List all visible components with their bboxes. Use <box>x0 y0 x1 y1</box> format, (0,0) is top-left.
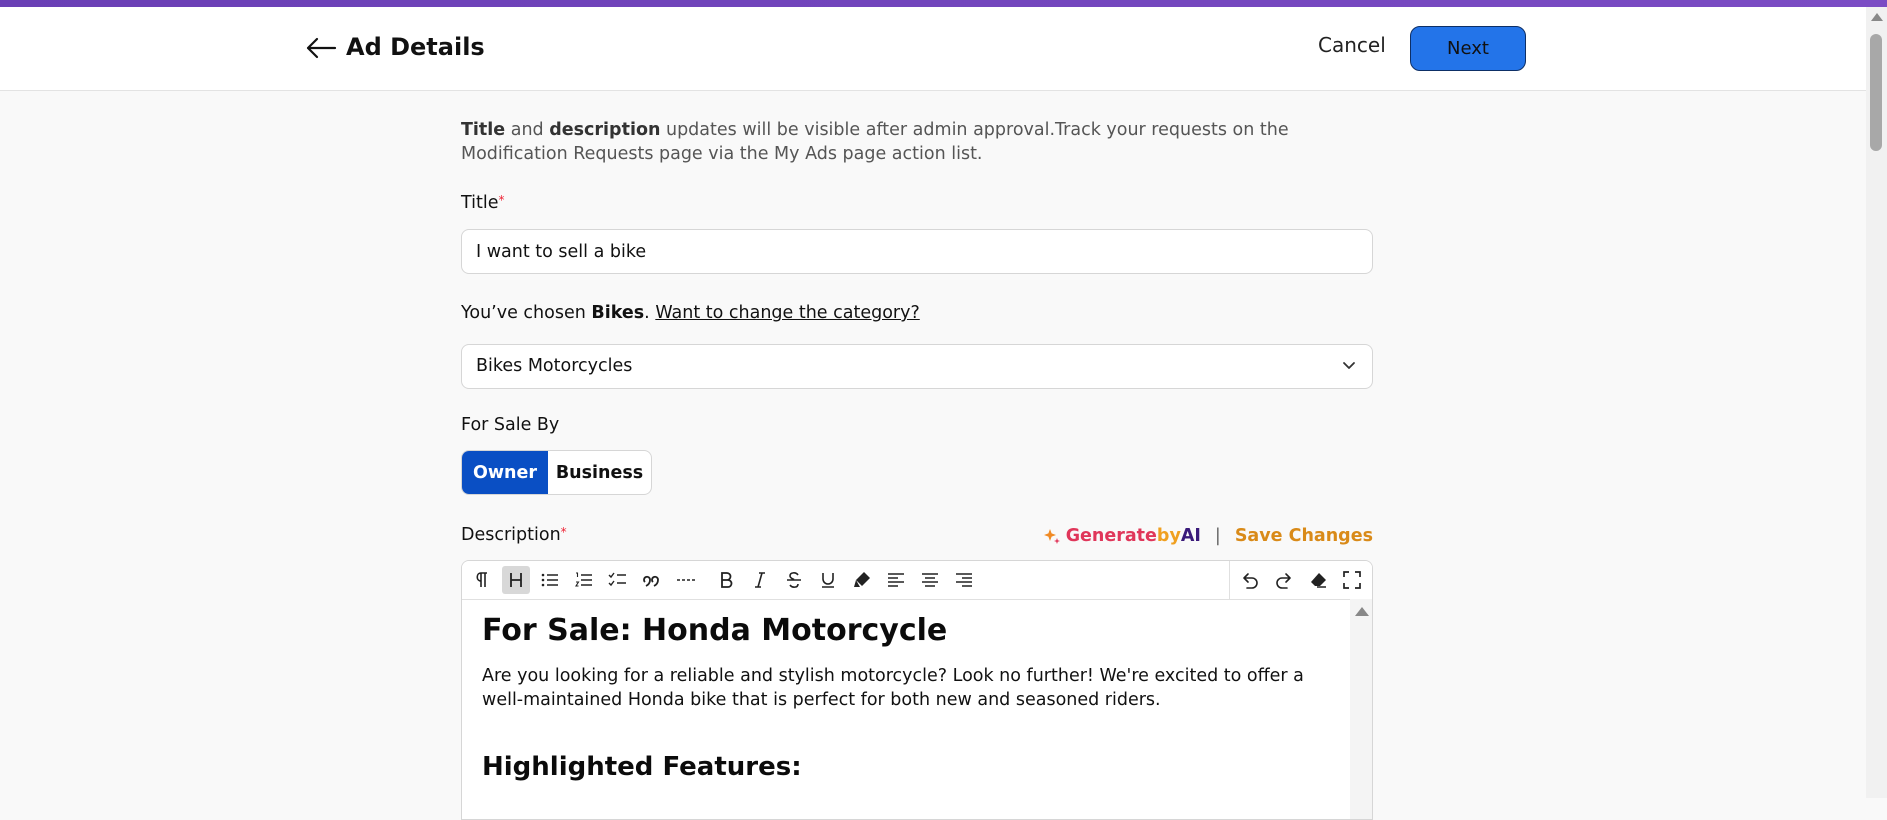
next-button[interactable]: Next <box>1410 26 1526 71</box>
chevron-down-icon <box>1343 362 1355 369</box>
category-select-value: Bikes Motorcycles <box>476 356 633 376</box>
content-subheading: Highlighted Features: <box>482 752 802 782</box>
bullet-list-icon[interactable] <box>536 566 564 594</box>
cancel-button[interactable]: Cancel <box>1318 33 1386 57</box>
italic-icon[interactable] <box>746 566 774 594</box>
task-list-icon[interactable] <box>604 566 632 594</box>
strikethrough-icon[interactable] <box>780 566 808 594</box>
paragraph-icon[interactable] <box>468 566 496 594</box>
content-heading: For Sale: Honda Motorcycle <box>482 613 948 648</box>
scroll-thumb[interactable] <box>1870 34 1882 151</box>
top-accent-bar <box>0 0 1887 7</box>
undo-icon[interactable] <box>1236 566 1264 594</box>
title-label: Title* <box>461 193 505 213</box>
content-paragraph: Are you looking for a reliable and styli… <box>482 666 1304 710</box>
numbered-list-icon[interactable] <box>570 566 598 594</box>
clear-format-icon[interactable] <box>1304 566 1332 594</box>
for-sale-by-label: For Sale By <box>461 415 560 435</box>
horizontal-rule-icon[interactable] <box>672 566 700 594</box>
change-category-link[interactable]: Want to change the category? <box>655 303 919 323</box>
align-left-icon[interactable] <box>882 566 910 594</box>
sparkle-icon <box>1043 529 1060 544</box>
category-line: You’ve chosen Bikes. Want to change the … <box>461 303 920 323</box>
category-select[interactable]: Bikes Motorcycles <box>461 344 1373 389</box>
blockquote-icon[interactable] <box>638 566 666 594</box>
actions-separator: | <box>1214 526 1221 546</box>
editor-scroll-up-icon[interactable] <box>1355 607 1369 616</box>
fullscreen-icon[interactable] <box>1338 566 1366 594</box>
approval-notice: Title and description updates will be vi… <box>461 120 1289 164</box>
generate-by-ai-button[interactable]: Generate by AI <box>1043 526 1201 546</box>
page-title: Ad Details <box>346 33 485 61</box>
back-arrow-icon[interactable] <box>305 36 337 60</box>
heading-icon[interactable] <box>502 566 530 594</box>
underline-icon[interactable] <box>814 566 842 594</box>
header: Ad Details Cancel Next <box>0 7 1866 91</box>
for-sale-by-toggle: Owner Business <box>461 450 652 495</box>
editor-content[interactable]: For Sale: Honda Motorcycle Are you looki… <box>482 599 1342 782</box>
description-editor: For Sale: Honda Motorcycle Are you looki… <box>461 560 1373 820</box>
editor-toolbar <box>462 561 1372 600</box>
highlight-icon[interactable] <box>848 566 876 594</box>
editor-scrollbar[interactable] <box>1350 599 1372 819</box>
description-label: Description* <box>461 525 567 545</box>
bold-icon[interactable] <box>712 566 740 594</box>
business-option[interactable]: Business <box>548 451 651 494</box>
align-right-icon[interactable] <box>950 566 978 594</box>
description-actions: Generate by AI | Save Changes <box>1043 526 1373 546</box>
owner-option[interactable]: Owner <box>462 451 548 494</box>
redo-icon[interactable] <box>1270 566 1298 594</box>
scroll-up-arrow-icon[interactable] <box>1871 13 1883 21</box>
title-input[interactable] <box>461 229 1373 274</box>
save-changes-button[interactable]: Save Changes <box>1235 526 1373 546</box>
page-scrollbar[interactable] <box>1866 7 1887 798</box>
align-center-icon[interactable] <box>916 566 944 594</box>
toolbar-divider <box>1229 561 1230 599</box>
